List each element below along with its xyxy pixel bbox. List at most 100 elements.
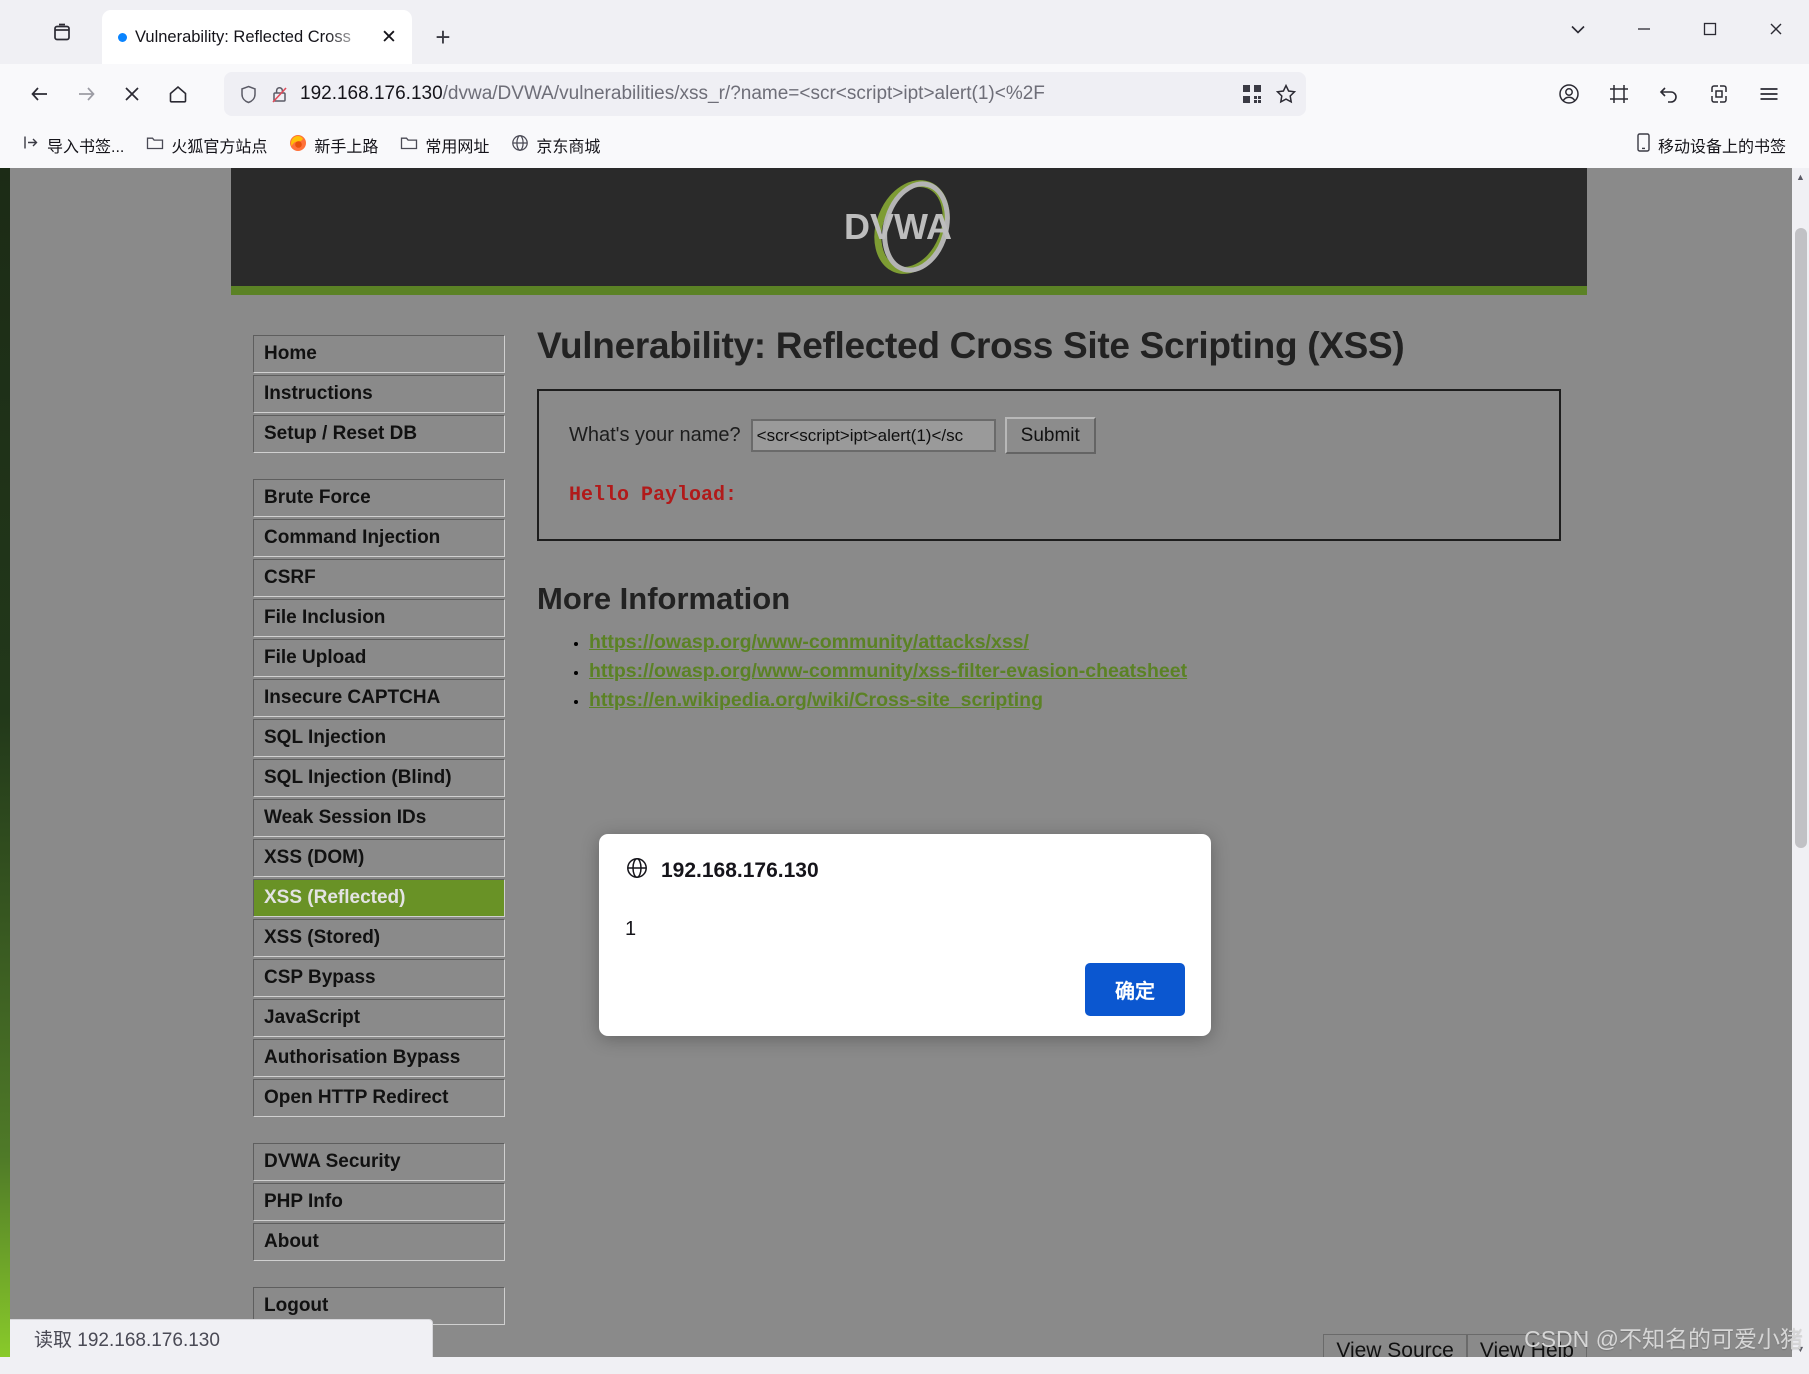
list-item: https://en.wikipedia.org/wiki/Cross-site… (589, 689, 1561, 712)
folder-icon (146, 135, 164, 156)
watermark-text: CSDN @不知名的可爱小猪 (1524, 1326, 1803, 1352)
sidebar-item-csrf[interactable]: CSRF (253, 559, 505, 597)
sidebar-item-authorisation-bypass[interactable]: Authorisation Bypass (253, 1039, 505, 1077)
new-tab-button[interactable]: + (422, 16, 464, 58)
maximize-window-button[interactable] (1677, 0, 1743, 58)
sidebar-item-xss-dom[interactable]: XSS (DOM) (253, 839, 505, 877)
account-icon[interactable] (1547, 72, 1591, 116)
sidebar-item-sql-injection[interactable]: SQL Injection (253, 719, 505, 757)
browser-tab[interactable]: Vulnerability: Reflected Cross ✕ (102, 10, 412, 64)
folder-icon (400, 135, 418, 156)
sidebar-item-xss-reflected[interactable]: XSS (Reflected) (253, 879, 505, 917)
dvwa-green-divider (231, 286, 1587, 295)
extensions-icon[interactable] (1697, 72, 1741, 116)
url-text[interactable]: 192.168.176.130/dvwa/DVWA/vulnerabilitie… (300, 83, 1230, 105)
page-title: Vulnerability: Reflected Cross Site Scri… (537, 325, 1405, 366)
javascript-alert-dialog: 192.168.176.130 1 确定 (599, 834, 1211, 1036)
tab-strip: Vulnerability: Reflected Cross ✕ + (0, 0, 1809, 64)
vertical-scrollbar-thumb[interactable] (1795, 228, 1807, 848)
sidebar-item-setup-reset-db[interactable]: Setup / Reset DB (253, 415, 505, 453)
more-information-heading: More Information (537, 581, 791, 616)
sidebar-item-insecure-captcha[interactable]: Insecure CAPTCHA (253, 679, 505, 717)
screenshot-icon[interactable] (1597, 72, 1641, 116)
bookmark-item-jd[interactable]: 京东商城 (502, 128, 609, 162)
sidebar-item-file-upload[interactable]: File Upload (253, 639, 505, 677)
bookmark-label: 移动设备上的书签 (1657, 139, 1786, 156)
close-tab-icon[interactable]: ✕ (376, 24, 402, 50)
sidebar-group-main: Home Instructions Setup / Reset DB (253, 335, 505, 453)
forward-button-icon[interactable] (64, 72, 108, 116)
bookmark-item-firefox-official[interactable]: 火狐官方站点 (137, 128, 276, 162)
sidebar-item-command-injection[interactable]: Command Injection (253, 519, 505, 557)
bookmark-item-mobile[interactable]: 移动设备上的书签 (1627, 128, 1795, 162)
sidebar-item-open-http-redirect[interactable]: Open HTTP Redirect (253, 1079, 505, 1117)
dialog-origin-row: 192.168.176.130 (625, 856, 1185, 886)
url-path: /dvwa/DVWA/vulnerabilities/xss_r/?name=<… (442, 83, 1045, 104)
dvwa-main-content: Vulnerability: Reflected Cross Site Scri… (505, 295, 1587, 1351)
sidebar-item-sql-injection-blind[interactable]: SQL Injection (Blind) (253, 759, 505, 797)
bookmark-item-import[interactable]: 导入书签... (14, 128, 133, 162)
reference-link[interactable]: https://en.wikipedia.org/wiki/Cross-site… (589, 689, 1043, 711)
bookmark-item-common-sites[interactable]: 常用网址 (391, 128, 498, 162)
qr-code-icon[interactable] (1240, 82, 1264, 106)
dialog-ok-button[interactable]: 确定 (1085, 963, 1185, 1016)
dialog-message: 1 (625, 918, 637, 940)
bookmark-star-icon[interactable] (1274, 82, 1298, 106)
browser-window: Vulnerability: Reflected Cross ✕ + 192.1… (0, 0, 1809, 1374)
dvwa-sidebar: Home Instructions Setup / Reset DB Brute… (231, 295, 505, 1351)
globe-icon (625, 856, 649, 886)
sidebar-item-javascript[interactable]: JavaScript (253, 999, 505, 1037)
sidebar-item-php-info[interactable]: PHP Info (253, 1183, 505, 1221)
sidebar-item-file-inclusion[interactable]: File Inclusion (253, 599, 505, 637)
desktop-background-strip (0, 168, 10, 1374)
name-field-label: What's your name? (569, 424, 741, 446)
sidebar-item-home[interactable]: Home (253, 335, 505, 373)
application-menu-icon[interactable] (1747, 72, 1791, 116)
sidebar-item-csp-bypass[interactable]: CSP Bypass (253, 959, 505, 997)
sidebar-item-weak-session-ids[interactable]: Weak Session IDs (253, 799, 505, 837)
sidebar-item-brute-force[interactable]: Brute Force (253, 479, 505, 517)
minimize-window-button[interactable] (1611, 0, 1677, 58)
bookmark-item-beginner[interactable]: 新手上路 (280, 128, 387, 162)
toolbar-right-actions (1547, 72, 1791, 116)
tab-title: Vulnerability: Reflected Cross (135, 27, 351, 46)
reflected-output-text: Hello Payload: (569, 484, 738, 507)
globe-icon (511, 134, 529, 157)
shield-icon[interactable] (238, 84, 259, 105)
bookmark-label: 新手上路 (314, 139, 379, 156)
stop-loading-icon[interactable] (110, 72, 154, 116)
insecure-lock-icon[interactable] (269, 84, 290, 105)
window-controls (1545, 0, 1809, 58)
sidebar-item-xss-stored[interactable]: XSS (Stored) (253, 919, 505, 957)
submit-button[interactable]: Submit (1004, 417, 1096, 454)
list-all-tabs-icon[interactable] (34, 0, 90, 64)
url-bar[interactable]: 192.168.176.130/dvwa/DVWA/vulnerabilitie… (224, 72, 1306, 116)
close-window-button[interactable] (1743, 0, 1809, 58)
sidebar-item-dvwa-security[interactable]: DVWA Security (253, 1143, 505, 1181)
reference-link[interactable]: https://owasp.org/www-community/attacks/… (589, 631, 1029, 653)
firefox-icon (289, 134, 307, 157)
back-button-icon[interactable] (18, 72, 62, 116)
tab-list-dropdown-icon[interactable] (1545, 0, 1611, 58)
page-viewport: DVWA Home Instructions Setup / Reset DB … (0, 168, 1809, 1374)
reference-link[interactable]: https://owasp.org/www-community/xss-filt… (589, 660, 1187, 682)
xss-form: What's your name? Submit (569, 417, 1529, 454)
dialog-origin-text: 192.168.176.130 (661, 859, 819, 882)
home-button-icon[interactable] (156, 72, 200, 116)
sidebar-item-instructions[interactable]: Instructions (253, 375, 505, 413)
status-bar: 读取 192.168.176.130 (10, 1319, 433, 1357)
more-information-links: https://owasp.org/www-community/attacks/… (537, 631, 1561, 712)
dvwa-logo: DVWA (824, 177, 994, 277)
sidebar-item-about[interactable]: About (253, 1223, 505, 1261)
undo-close-tab-icon[interactable] (1647, 72, 1691, 116)
vertical-scrollbar[interactable]: ▲ ▼ (1792, 168, 1809, 1374)
import-icon (23, 134, 40, 156)
dvwa-body: Home Instructions Setup / Reset DB Brute… (231, 295, 1587, 1351)
bookmark-label: 火狐官方站点 (171, 139, 268, 156)
name-input[interactable] (750, 419, 996, 452)
viewport-bottom-edge (0, 1357, 1809, 1374)
bookmark-label: 常用网址 (425, 139, 490, 156)
mobile-device-icon (1636, 133, 1651, 157)
scroll-up-arrow-icon[interactable]: ▲ (1792, 168, 1809, 185)
list-item: https://owasp.org/www-community/attacks/… (589, 631, 1561, 654)
